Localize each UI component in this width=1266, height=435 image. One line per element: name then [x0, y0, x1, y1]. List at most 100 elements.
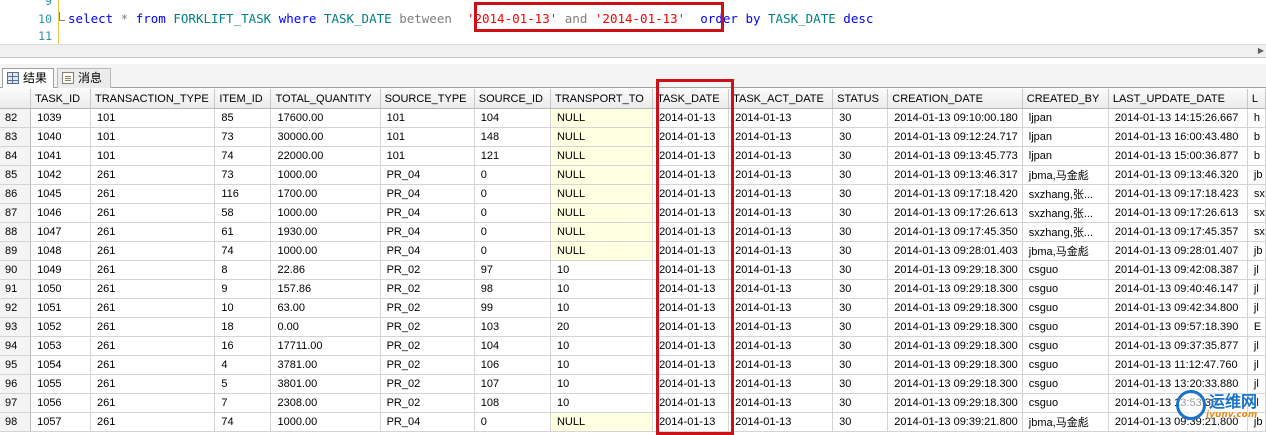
table-cell[interactable]: NULL [550, 184, 654, 204]
table-cell[interactable]: 9 [214, 279, 272, 299]
table-cell[interactable]: 1042 [30, 165, 91, 185]
table-cell[interactable]: 1047 [30, 222, 91, 242]
table-cell[interactable]: sx [1247, 222, 1266, 242]
table-cell[interactable]: ljpan [1022, 127, 1109, 147]
table-cell[interactable]: NULL [550, 127, 654, 147]
table-row[interactable]: 98 1057 261 74 1000.00 PR_04 0 NULL 2014-01-13 20… [0, 412, 1266, 432]
table-cell[interactable]: PR_04 [380, 165, 475, 185]
row-number[interactable]: 97 [0, 393, 32, 413]
table-cell[interactable]: 261 [90, 184, 216, 204]
row-number[interactable]: 88 [0, 222, 32, 242]
table-cell[interactable]: 2014-01-13 [728, 165, 834, 185]
table-cell[interactable]: 10 [550, 298, 654, 318]
table-cell[interactable]: 2014-01-13 09:28:01.403 [887, 241, 1023, 261]
table-row[interactable]: 91 1050 261 9 157.86 PR_02 98 10 2014-01-13 2014-… [0, 279, 1266, 299]
table-cell[interactable]: 2014-01-13 [728, 279, 834, 299]
table-cell[interactable]: 261 [90, 241, 216, 261]
table-cell[interactable]: 101 [380, 127, 475, 147]
table-row[interactable]: 85 1042 261 73 1000.00 PR_04 0 NULL 2014-01-13 20… [0, 165, 1266, 185]
table-cell[interactable]: 61 [214, 222, 272, 242]
table-cell[interactable]: 30 [832, 184, 889, 204]
table-cell[interactable]: 2014-01-13 09:28:01.407 [1108, 241, 1248, 261]
table-cell[interactable]: NULL [550, 241, 654, 261]
table-cell[interactable]: 30 [832, 146, 889, 166]
table-cell[interactable]: 1000.00 [270, 241, 381, 261]
table-cell[interactable]: 20 [550, 317, 654, 337]
column-header[interactable]: SOURCE_TYPE [380, 89, 475, 109]
table-cell[interactable]: 1049 [30, 260, 91, 280]
table-cell[interactable]: 2014-01-13 [652, 355, 730, 375]
table-cell[interactable]: sx [1247, 203, 1266, 223]
table-cell[interactable]: 10 [550, 393, 654, 413]
table-cell[interactable]: 10 [550, 374, 654, 394]
table-cell[interactable]: 2014-01-13 [652, 374, 730, 394]
table-cell[interactable]: 261 [90, 165, 216, 185]
table-cell[interactable]: 1930.00 [270, 222, 381, 242]
table-cell[interactable]: 2014-01-13 09:29:18.300 [887, 317, 1023, 337]
table-cell[interactable]: 73 [214, 165, 272, 185]
table-cell[interactable]: 2014-01-13 [728, 127, 834, 147]
table-cell[interactable]: 18 [214, 317, 272, 337]
table-cell[interactable]: 30000.00 [270, 127, 381, 147]
table-cell[interactable]: 2014-01-13 [728, 374, 834, 394]
table-cell[interactable]: 2014-01-13 [728, 146, 834, 166]
table-row[interactable]: 95 1054 261 4 3781.00 PR_02 106 10 2014-01-13 201… [0, 355, 1266, 375]
row-number[interactable]: 90 [0, 260, 32, 280]
row-number[interactable]: 92 [0, 298, 32, 318]
table-row[interactable]: 82 1039 101 85 17600.00 101 104 NULL 2014-01-13 2… [0, 108, 1266, 128]
scroll-right-arrow-icon[interactable]: ▶ [1258, 46, 1264, 55]
table-cell[interactable]: 10 [550, 336, 654, 356]
table-cell[interactable]: 2014-01-13 09:40:46.147 [1108, 279, 1248, 299]
table-cell[interactable]: 74 [214, 241, 272, 261]
table-cell[interactable]: h [1247, 108, 1266, 128]
outline-fold-mark[interactable] [59, 12, 65, 21]
row-number[interactable]: 98 [0, 412, 32, 432]
table-cell[interactable]: 2014-01-13 [652, 184, 730, 204]
table-cell[interactable]: 2014-01-13 09:13:46.317 [887, 165, 1023, 185]
table-cell[interactable]: 101 [90, 108, 216, 128]
table-cell[interactable]: sxzhang,张... [1022, 203, 1109, 223]
table-cell[interactable]: PR_02 [380, 298, 475, 318]
table-cell[interactable]: 2014-01-13 11:12:47.760 [1108, 355, 1248, 375]
table-cell[interactable]: 1050 [30, 279, 91, 299]
table-cell[interactable]: 261 [90, 203, 216, 223]
table-cell[interactable]: 2014-01-13 09:42:34.800 [1108, 298, 1248, 318]
table-cell[interactable]: csguo [1022, 374, 1109, 394]
row-number[interactable]: 82 [0, 108, 32, 128]
table-cell[interactable]: 2014-01-13 [652, 336, 730, 356]
table-cell[interactable]: 30 [832, 412, 889, 432]
row-number[interactable]: 87 [0, 203, 32, 223]
table-row[interactable]: 83 1040 101 73 30000.00 101 148 NULL 2014-01-13 2… [0, 127, 1266, 147]
table-cell[interactable]: 1055 [30, 374, 91, 394]
table-cell[interactable]: 2014-01-13 09:17:26.613 [1108, 203, 1248, 223]
results-grid[interactable]: TASK_ID TRANSACTION_TYPE ITEM_ID TOTAL_QUAN… [0, 89, 1266, 432]
column-header[interactable]: TRANSPORT_TO [550, 89, 654, 109]
table-row[interactable]: 89 1048 261 74 1000.00 PR_04 0 NULL 2014-01-13 20… [0, 241, 1266, 261]
table-cell[interactable]: 1048 [30, 241, 91, 261]
table-cell[interactable]: 2014-01-13 [652, 108, 730, 128]
table-cell[interactable]: 2014-01-13 [728, 412, 834, 432]
table-cell[interactable]: 261 [90, 260, 216, 280]
table-cell[interactable]: 16 [214, 336, 272, 356]
table-cell[interactable]: PR_04 [380, 222, 475, 242]
row-number[interactable]: 89 [0, 241, 32, 261]
table-cell[interactable]: 10 [550, 260, 654, 280]
table-cell[interactable]: 30 [832, 222, 889, 242]
table-cell[interactable]: csguo [1022, 317, 1109, 337]
table-cell[interactable]: jl [1247, 298, 1266, 318]
table-cell[interactable]: csguo [1022, 393, 1109, 413]
table-cell[interactable]: sxzhang,张... [1022, 222, 1109, 242]
table-cell[interactable]: NULL [550, 146, 654, 166]
table-row[interactable]: 84 1041 101 74 22000.00 101 121 NULL 2014-01-13 2… [0, 146, 1266, 166]
row-number[interactable]: 91 [0, 279, 32, 299]
row-number[interactable]: 95 [0, 355, 32, 375]
table-row[interactable]: 90 1049 261 8 22.86 PR_02 97 10 2014-01-13 2014-0… [0, 260, 1266, 280]
table-cell[interactable]: 2014-01-13 [728, 317, 834, 337]
table-cell[interactable]: PR_04 [380, 184, 475, 204]
table-cell[interactable]: 0 [474, 184, 551, 204]
table-cell[interactable]: 261 [90, 222, 216, 242]
table-cell[interactable]: PR_02 [380, 260, 475, 280]
table-cell[interactable]: 30 [832, 241, 889, 261]
table-cell[interactable]: 2014-01-13 09:42:08.387 [1108, 260, 1248, 280]
sql-editor[interactable]: 9 10 11 select * from FORKLIFT_TASK wher… [0, 0, 1266, 44]
